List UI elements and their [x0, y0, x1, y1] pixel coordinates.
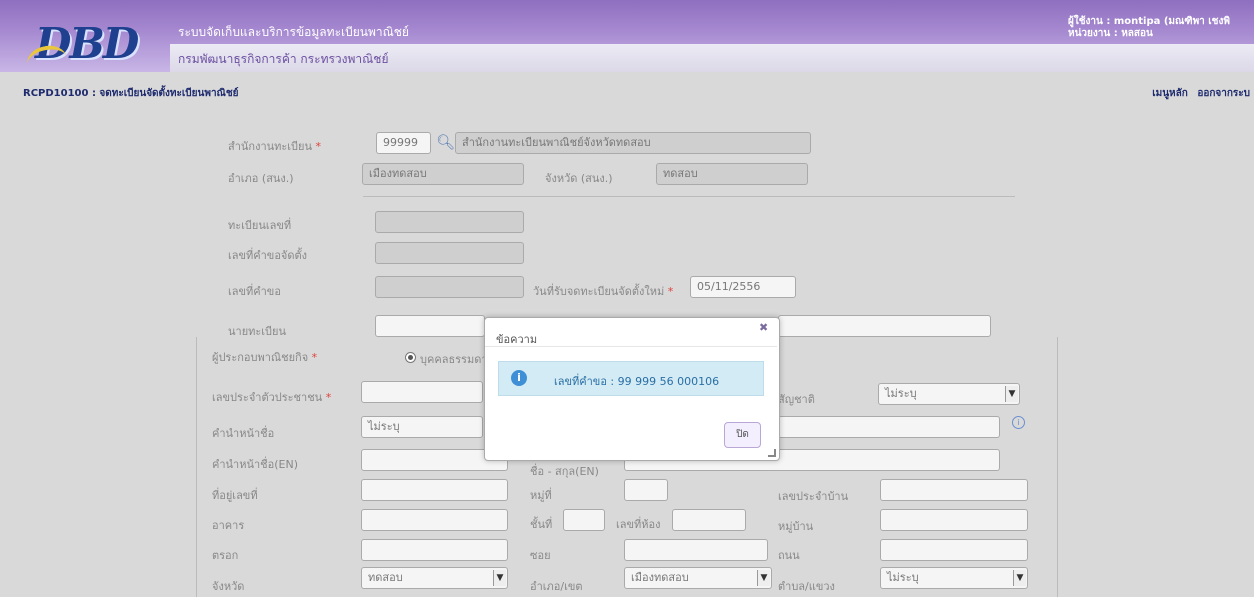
department-name: กรมพัฒนาธุรกิจการค้า กระทรวงพาณิชย์ [178, 52, 389, 66]
request-no-field [375, 276, 524, 298]
district-field: เมืองทดสอบ [362, 163, 524, 185]
top-menu: เมนูหลัก ออกจากระบ [1146, 86, 1250, 101]
tambon-select[interactable]: ไม่ระบุ ▼ [880, 567, 1028, 589]
chevron-down-icon: ▼ [1005, 386, 1018, 402]
address-no-input[interactable] [361, 479, 508, 501]
building-label: อาคาร [212, 519, 245, 532]
operator-radio-label: บุคคลธรรมดา [420, 353, 488, 366]
resize-grip-icon[interactable] [768, 449, 776, 457]
user-name: ผู้ใช้งาน : montipa (มณฑิพา เชงพิ [1068, 16, 1230, 27]
regno-label: ทะเบียนเลขที่ [228, 219, 292, 232]
info-message-box: i เลขที่คำขอ : 99 999 56 000106 [498, 361, 764, 396]
registrar-name-input[interactable] [778, 315, 991, 337]
address-no-label: ที่อยู่เลขที่ [212, 489, 258, 502]
setup-no-label: เลขที่คำขอจัดตั้ง [228, 249, 308, 262]
reg-date-input[interactable]: 05/11/2556 [690, 276, 796, 298]
soi-input[interactable] [624, 539, 768, 561]
floor-input[interactable] [563, 509, 605, 531]
operator-label: ผู้ประกอบพาณิชยกิจ * [212, 351, 318, 364]
prefix-en-label: คำนำหน้าชื่อ(EN) [212, 458, 299, 471]
room-label: เลขที่ห้อง [616, 518, 661, 531]
logout-link[interactable]: ออกจากระบ [1197, 88, 1250, 99]
message-dialog: ข้อความ ✖ i เลขที่คำขอ : 99 999 56 00010… [484, 317, 780, 461]
registrar-input[interactable] [375, 315, 485, 337]
road-input[interactable] [880, 539, 1028, 561]
dialog-titlebar: ข้อความ [485, 318, 777, 347]
dialog-title: ข้อความ [496, 333, 538, 346]
request-no-label: เลขที่คำขอ [228, 285, 281, 298]
chevron-down-icon: ▼ [493, 570, 506, 586]
page-title: RCPD10100 : จดทะเบียนจัดตั้งทะเบียนพาณิช… [23, 88, 239, 99]
road-label: ถนน [778, 549, 800, 562]
province-office-field: ทดสอบ [656, 163, 808, 185]
idcard-input[interactable] [361, 381, 483, 403]
prefix-label: คำนำหน้าชื่อ [212, 427, 275, 440]
amphoe-label: อำเภอ/เขต [530, 580, 583, 593]
app-header: DBD ระบบจัดเก็บและบริการข้อมูลทะเบียนพาณ… [0, 0, 1254, 80]
person-box-right-border [1057, 337, 1058, 597]
alley-input[interactable] [361, 539, 508, 561]
name-input[interactable] [778, 416, 1000, 438]
registrar-label: นายทะเบียน [228, 325, 287, 338]
regno-field [375, 211, 524, 233]
info-icon: i [511, 370, 527, 386]
office-name-field: สำนักงานทะเบียนพาณิชย์จังหวัดทดสอบ [455, 132, 811, 154]
idcard-label: เลขประจำตัวประชาชน * [212, 391, 332, 404]
village-input[interactable] [880, 509, 1028, 531]
amphoe-select[interactable]: เมืองทดสอบ ▼ [624, 567, 772, 589]
request-number-message: เลขที่คำขอ : 99 999 56 000106 [554, 375, 720, 388]
house-code-label: เลขประจำบ้าน [778, 490, 849, 503]
office-code-input[interactable]: 99999 [376, 132, 431, 154]
province-select[interactable]: ทดสอบ ▼ [361, 567, 508, 589]
room-input[interactable] [672, 509, 746, 531]
operator-radio-person[interactable] [405, 352, 416, 363]
system-title: ระบบจัดเก็บและบริการข้อมูลทะเบียนพาณิชย์ [178, 25, 409, 39]
moo-input[interactable] [624, 479, 668, 501]
person-box-left-border [196, 337, 197, 597]
close-icon[interactable]: ✖ [759, 321, 768, 334]
dialog-close-button[interactable]: ปิด [724, 422, 761, 448]
search-icon[interactable]: 🔍︎ [436, 133, 455, 151]
setup-no-field [375, 242, 524, 264]
building-input[interactable] [361, 509, 508, 531]
main-menu-link[interactable]: เมนูหลัก [1152, 88, 1188, 99]
required-mark: * [315, 140, 322, 153]
moo-label: หมู่ที่ [530, 489, 552, 502]
info-icon[interactable]: i [1012, 416, 1025, 429]
alley-label: ตรอก [212, 549, 239, 562]
province-office-label: จังหวัด (สนง.) [545, 172, 613, 185]
nationality-label: สัญชาติ [778, 393, 815, 406]
nationality-select[interactable]: ไม่ระบุ ▼ [878, 383, 1020, 405]
chevron-down-icon: ▼ [1013, 570, 1026, 586]
user-info: ผู้ใช้งาน : montipa (มณฑิพา เชงพิ หน่วยง… [1068, 16, 1230, 40]
user-unit: หน่วยงาน : หลสอน [1068, 28, 1153, 39]
page-title-bar: RCPD10100 : จดทะเบียนจัดตั้งทะเบียนพาณิช… [0, 86, 1254, 100]
village-label: หมู่บ้าน [778, 520, 814, 533]
district-label: อำเภอ (สนง.) [228, 172, 294, 185]
office-label: สำนักงานทะเบียน * [228, 140, 322, 153]
name-en-label: ชื่อ - สกุล(EN) [530, 465, 599, 478]
reg-date-label: วันที่รับจดทะเบียนจัดตั้งใหม่ * [533, 285, 674, 298]
section-divider [363, 196, 1015, 197]
chevron-down-icon: ▼ [757, 570, 770, 586]
house-code-input[interactable] [880, 479, 1028, 501]
floor-label: ชั้นที่ [530, 518, 553, 531]
province-label: จังหวัด [212, 580, 245, 593]
prefix-select[interactable]: ไม่ระบุ [361, 416, 483, 438]
soi-label: ซอย [530, 549, 551, 562]
dbd-logo: DBD [24, 20, 140, 80]
tambon-label: ตำบล/แขวง [778, 580, 835, 593]
